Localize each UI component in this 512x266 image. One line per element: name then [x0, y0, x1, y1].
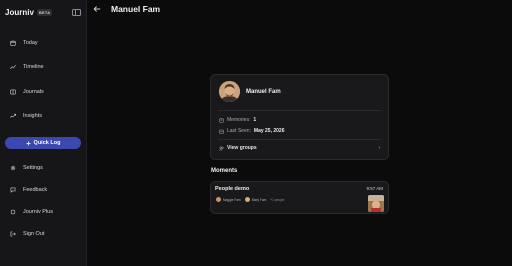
sidebar-item-label: Sign Out	[23, 231, 45, 237]
crown-icon	[10, 209, 16, 215]
last-seen-row: Last Seen: May 25, 2026	[219, 128, 285, 134]
sidebar: Journiv BETA Today Timeline Journals Ins…	[0, 0, 87, 266]
sidebar-item-journiv-plus[interactable]: Journiv Plus	[10, 206, 53, 218]
avatar	[216, 197, 221, 202]
avatar	[244, 197, 250, 202]
brand[interactable]: Journiv BETA	[5, 8, 53, 17]
sidebar-item-label: Today	[23, 40, 38, 46]
last-seen-label: Last Seen:	[227, 128, 251, 134]
top-bar: Manuel Fam	[88, 0, 512, 20]
beta-badge: BETA	[36, 9, 53, 16]
back-arrow-icon[interactable]	[93, 5, 101, 13]
sign-out-icon	[10, 231, 16, 237]
moment-time: 9:57 AM	[366, 186, 383, 191]
sidebar-item-label: Settings	[23, 165, 43, 171]
quick-log-button[interactable]: Quick Log	[5, 137, 81, 149]
sidebar-item-journals[interactable]: Journals	[10, 86, 44, 98]
chat-bubble-icon	[10, 187, 16, 193]
divider	[218, 110, 381, 111]
moments-heading: Moments	[211, 168, 238, 174]
sidebar-item-settings[interactable]: Settings	[10, 162, 43, 174]
person-chip[interactable]: Maggie Fam	[216, 197, 241, 202]
chevron-right-icon: ›	[378, 145, 380, 151]
plus-icon	[26, 141, 31, 145]
book-icon	[10, 89, 16, 95]
sidebar-item-label: Feedback	[23, 187, 48, 193]
person-name: Manuel Fam	[246, 89, 281, 95]
sidebar-item-feedback[interactable]: Feedback	[10, 184, 47, 196]
app-name: Journiv	[5, 8, 34, 17]
memories-row: Memories: 1	[219, 117, 256, 123]
moment-title: People demo	[215, 186, 250, 192]
person-card: Manuel Fam Memories: 1 Last Seen: May 25…	[210, 74, 389, 160]
trend-icon	[10, 65, 16, 69]
sidebar-item-timeline[interactable]: Timeline	[10, 61, 44, 73]
people-chips: Maggie Fam Baby Fam +1 people	[216, 197, 284, 202]
sidebar-item-sign-out[interactable]: Sign Out	[10, 228, 44, 240]
sidebar-item-insights[interactable]: Insights	[10, 110, 42, 122]
more-people-count: +1 people	[270, 197, 285, 202]
page-title: Manuel Fam	[111, 4, 161, 14]
sidebar-item-today[interactable]: Today	[10, 37, 38, 49]
memories-value: 1	[253, 117, 257, 123]
moment-thumbnail[interactable]	[368, 195, 384, 212]
avatar	[219, 81, 240, 102]
calendar-icon	[10, 40, 16, 46]
person-chip[interactable]: Baby Fam	[244, 197, 267, 202]
person-chip-label: Baby Fam	[251, 197, 267, 202]
sidebar-item-label: Insights	[23, 113, 42, 119]
insights-icon	[10, 113, 16, 118]
person-chip-label: Maggie Fam	[223, 197, 241, 202]
quick-log-label: Quick Log	[33, 140, 61, 146]
memories-label: Memories:	[227, 117, 251, 123]
sidebar-item-label: Journiv Plus	[23, 209, 53, 215]
view-groups-label: View groups	[227, 145, 257, 151]
divider	[218, 139, 381, 140]
users-icon	[219, 146, 224, 151]
sidebar-toggle-icon[interactable]	[72, 9, 81, 16]
sidebar-item-label: Journals	[23, 89, 44, 95]
sidebar-item-label: Timeline	[23, 64, 44, 70]
memories-icon	[219, 117, 224, 123]
view-groups-button[interactable]: View groups ›	[219, 145, 380, 151]
last-seen-value: May 25, 2026	[253, 128, 285, 134]
gear-icon	[10, 165, 16, 171]
moment-card[interactable]: People demo 9:57 AM Maggie Fam Baby Fam …	[210, 181, 389, 214]
calendar-icon	[219, 129, 224, 134]
